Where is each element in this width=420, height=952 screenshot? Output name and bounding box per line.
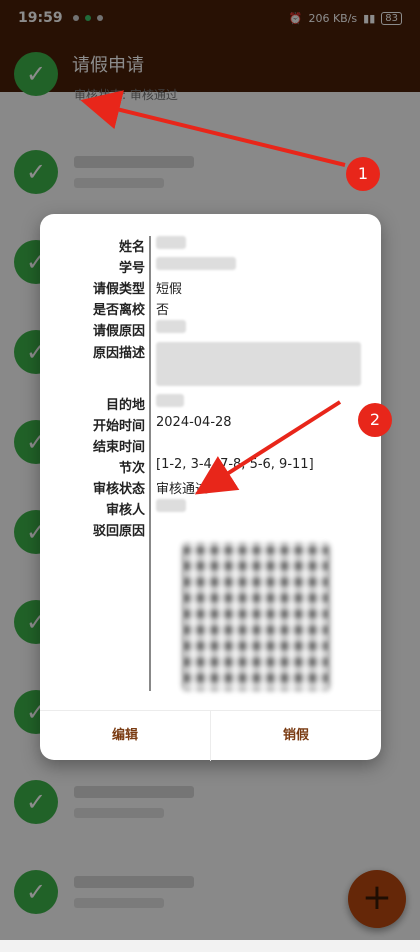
leave-detail-dialog: 姓名 学号 请假类型 短假 是否离校 否 请假原因 原因描述 目的地 开始时间 …: [40, 214, 381, 761]
redacted-value: [156, 394, 184, 407]
field-row: 结束时间: [40, 436, 381, 456]
field-row: 开始时间 2024-04-28: [40, 415, 381, 435]
field-label: 姓名: [118, 240, 145, 255]
field-value: 2024-04-28: [156, 415, 232, 430]
field-label: 审核状态: [92, 482, 145, 497]
field-row: 请假原因: [40, 320, 381, 340]
qr-code-pattern: [183, 544, 329, 690]
field-row: 目的地: [40, 394, 381, 414]
field-row: 审核状态 审核通过: [40, 478, 381, 498]
field-value: 短假: [156, 282, 183, 297]
field-row: 请假类型 短假: [40, 278, 381, 298]
edit-button[interactable]: 编辑: [40, 711, 210, 761]
field-value: [1-2, 3-4, 7-8, 5-6, 9-11]: [156, 457, 314, 472]
field-row: 姓名: [40, 236, 381, 256]
redacted-value: [156, 499, 186, 512]
annotation-marker-1: 1: [346, 157, 380, 191]
field-row: 节次 [1-2, 3-4, 7-8, 5-6, 9-11]: [40, 457, 381, 477]
field-label: 节次: [118, 461, 145, 476]
field-label: 请假类型: [92, 282, 145, 297]
field-row: 是否离校 否: [40, 299, 381, 319]
field-row: 审核人: [40, 499, 381, 519]
annotation-marker-2: 2: [358, 403, 392, 437]
field-label: 审核人: [105, 503, 145, 518]
field-value: 审核通过: [156, 482, 209, 497]
redacted-value: [156, 236, 186, 249]
field-row: 原因描述: [40, 342, 381, 398]
field-label: 驳回原因: [92, 524, 145, 539]
field-label: 请假原因: [92, 324, 145, 339]
field-value: [156, 499, 186, 516]
field-label: 学号: [118, 261, 145, 276]
redacted-value: [156, 257, 236, 270]
field-row: 驳回原因: [40, 520, 381, 540]
redacted-value: [156, 342, 361, 386]
dialog-actions: 编辑 销假: [40, 710, 381, 761]
field-value: [156, 236, 186, 253]
field-label: 目的地: [105, 398, 145, 413]
redacted-value: [156, 320, 186, 333]
field-label: 开始时间: [92, 419, 145, 434]
field-label: 原因描述: [92, 346, 145, 361]
cancel-leave-button[interactable]: 销假: [211, 711, 381, 761]
field-value: [156, 394, 184, 411]
field-value: [156, 257, 236, 274]
field-value: [156, 342, 361, 390]
field-label: 结束时间: [92, 440, 145, 455]
field-label: 是否离校: [92, 303, 145, 318]
field-value: [156, 320, 186, 337]
field-value: 否: [156, 303, 170, 318]
field-row: 学号: [40, 257, 381, 277]
